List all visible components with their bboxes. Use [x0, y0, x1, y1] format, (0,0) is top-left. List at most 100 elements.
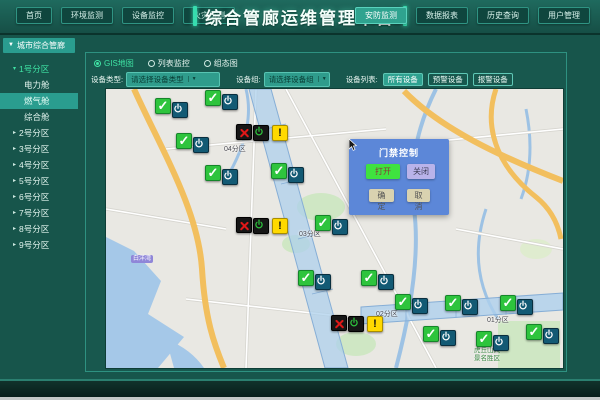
sidebar-item-9号分区[interactable]: ▸9号分区 [0, 237, 78, 253]
sidebar-item-综合舱[interactable]: 综合舱 [0, 109, 78, 125]
chevron-right-icon: ▸ [13, 205, 16, 221]
nav-button-用户管理[interactable]: 用户管理 [538, 7, 590, 24]
device-marker-ok: ✓ [500, 295, 533, 315]
device-group-select[interactable]: 请选择设备组 ▼ [264, 72, 330, 87]
chevron-right-icon: ▸ [13, 221, 16, 237]
power-icon[interactable] [440, 330, 456, 346]
chevron-down-icon: ▾ [13, 61, 16, 77]
power-icon[interactable] [462, 299, 478, 315]
power-icon[interactable] [172, 102, 188, 118]
gis-map[interactable]: 04分区03分区02分区01分区虎丘山风景名胜区白洋湾 ✓✓✓✓✓✓✓✓✓✓✓✓… [106, 89, 563, 368]
power-off-icon[interactable] [253, 125, 269, 141]
alarm-x-icon[interactable] [236, 124, 252, 140]
power-icon[interactable] [193, 137, 209, 153]
check-icon[interactable]: ✓ [423, 326, 439, 342]
check-icon[interactable]: ✓ [205, 90, 221, 106]
power-icon[interactable] [332, 219, 348, 235]
sidebar-item-label: 燃气舱 [24, 93, 50, 109]
device-list-button-报警设备[interactable]: 报警设备 [473, 73, 513, 86]
sidebar-item-4号分区[interactable]: ▸4号分区 [0, 157, 78, 173]
sidebar-item-6号分区[interactable]: ▸6号分区 [0, 189, 78, 205]
device-marker-ok: ✓ [298, 270, 331, 290]
view-mode-组态图[interactable]: 组态图 [204, 58, 238, 69]
sidebar-item-1号分区[interactable]: ▾1号分区 [0, 61, 78, 77]
power-off-icon[interactable] [348, 316, 364, 332]
sidebar-item-label: 综合舱 [24, 109, 50, 125]
alarm-x-icon[interactable] [236, 217, 252, 233]
check-icon[interactable]: ✓ [176, 133, 192, 149]
door-close-button[interactable]: 关闭 [407, 164, 435, 179]
view-mode-label: 组态图 [214, 58, 238, 69]
check-icon[interactable]: ✓ [315, 215, 331, 231]
sidebar-item-label: 3号分区 [19, 141, 49, 157]
chevron-right-icon: ▸ [13, 237, 16, 253]
sidebar-item-label: 1号分区 [19, 61, 49, 77]
radio-icon [148, 60, 155, 67]
dialog-cancel-button[interactable]: 取消 [407, 189, 430, 202]
view-mode-列表监控[interactable]: 列表监控 [148, 58, 190, 69]
footer-bar [0, 381, 600, 397]
sidebar-item-3号分区[interactable]: ▸3号分区 [0, 141, 78, 157]
sidebar-root-node[interactable]: ▼ 城市综合管廊 [3, 38, 75, 53]
warning-icon[interactable]: ! [272, 218, 288, 234]
check-icon[interactable]: ✓ [155, 98, 171, 114]
sidebar-item-label: 4号分区 [19, 157, 49, 173]
power-icon[interactable] [378, 274, 394, 290]
sidebar-item-5号分区[interactable]: ▸5号分区 [0, 173, 78, 189]
check-icon[interactable]: ✓ [298, 270, 314, 286]
nav-button-数据报表[interactable]: 数据报表 [416, 7, 468, 24]
zone-label-04分区: 04分区 [224, 144, 246, 154]
nav-button-历史查询[interactable]: 历史查询 [477, 7, 529, 24]
device-list-button-所有设备[interactable]: 所有设备 [383, 73, 423, 86]
device-marker-ok: ✓ [271, 163, 304, 183]
device-marker-ok: ✓ [476, 331, 509, 351]
chevron-right-icon: ▸ [13, 157, 16, 173]
sidebar-item-燃气舱[interactable]: 燃气舱 [0, 93, 78, 109]
door-open-button[interactable]: 打开 [366, 164, 400, 179]
check-icon[interactable]: ✓ [476, 331, 492, 347]
place-label: 景名胜区 [474, 355, 500, 363]
sidebar-item-2号分区[interactable]: ▸2号分区 [0, 125, 78, 141]
chevron-down-icon: ▼ [318, 76, 327, 82]
alarm-x-icon[interactable] [331, 315, 347, 331]
power-icon[interactable] [412, 298, 428, 314]
power-icon[interactable] [222, 94, 238, 110]
check-icon[interactable]: ✓ [271, 163, 287, 179]
sidebar-item-电力舱[interactable]: 电力舱 [0, 77, 78, 93]
check-icon[interactable]: ✓ [361, 270, 377, 286]
sidebar-item-8号分区[interactable]: ▸8号分区 [0, 221, 78, 237]
chevron-right-icon: ▸ [13, 125, 16, 141]
nav-button-安防监测[interactable]: 安防监测 [355, 7, 407, 24]
sidebar-item-7号分区[interactable]: ▸7号分区 [0, 205, 78, 221]
nav-button-火灾监测[interactable]: 火灾监测 [183, 7, 235, 24]
power-icon[interactable] [222, 169, 238, 185]
check-icon[interactable]: ✓ [205, 165, 221, 181]
warning-icon[interactable]: ! [367, 316, 383, 332]
chevron-right-icon: ▸ [13, 141, 16, 157]
nav-button-首页[interactable]: 首页 [16, 7, 52, 24]
power-icon[interactable] [493, 335, 509, 351]
sidebar-item-label: 7号分区 [19, 205, 49, 221]
check-icon[interactable]: ✓ [395, 294, 411, 310]
power-icon[interactable] [315, 274, 331, 290]
power-icon[interactable] [288, 167, 304, 183]
check-icon[interactable]: ✓ [526, 324, 542, 340]
check-icon[interactable]: ✓ [500, 295, 516, 311]
power-off-icon[interactable] [253, 218, 269, 234]
power-icon[interactable] [543, 328, 559, 344]
device-list-button-预警设备[interactable]: 预警设备 [428, 73, 468, 86]
device-marker-ok: ✓ [445, 295, 478, 315]
device-type-select[interactable]: 请选择设备类型 ▼ [126, 72, 220, 87]
device-type-label: 设备类型: [91, 74, 123, 85]
view-mode-GIS地图[interactable]: GIS地图 [94, 58, 134, 69]
power-icon[interactable] [517, 299, 533, 315]
dialog-confirm-button[interactable]: 确定 [369, 189, 394, 202]
device-marker-ok: ✓ [155, 98, 188, 118]
chevron-down-icon: ▼ [8, 38, 14, 53]
nav-button-设备监控[interactable]: 设备监控 [122, 7, 174, 24]
nav-button-环境监测[interactable]: 环境监测 [61, 7, 113, 24]
check-icon[interactable]: ✓ [445, 295, 461, 311]
device-marker-alarm: ! [236, 217, 288, 234]
warning-icon[interactable]: ! [272, 125, 288, 141]
main-nav-right: 安防监测数据报表历史查询用户管理 [355, 7, 590, 24]
